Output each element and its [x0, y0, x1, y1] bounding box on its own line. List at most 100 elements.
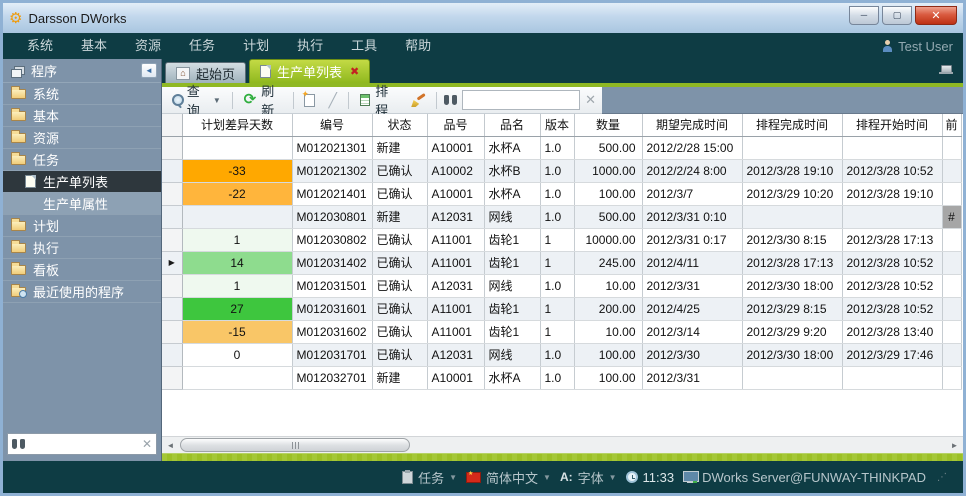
maximize-button[interactable]: ▢ — [882, 6, 912, 25]
sidebar-item-3[interactable]: 任务 — [3, 149, 161, 171]
pin-icon[interactable] — [939, 64, 953, 74]
cell-name[interactable]: 水杯A — [484, 366, 540, 389]
cell-pn[interactable]: A12031 — [427, 205, 484, 228]
cell-qty[interactable]: 10000.00 — [574, 228, 642, 251]
cell-pn[interactable]: A11001 — [427, 320, 484, 343]
cell-ver[interactable]: 1.0 — [540, 366, 574, 389]
cell-end[interactable]: 2012/3/30 18:00 — [742, 274, 842, 297]
menu-item-1[interactable]: 基本 — [67, 33, 121, 59]
cell-diff[interactable]: 0 — [182, 343, 292, 366]
cell-start[interactable] — [842, 366, 942, 389]
table-row[interactable]: -33M012021302已确认A10002水杯B1.01000.002012/… — [162, 159, 961, 182]
cell-status[interactable]: 已确认 — [372, 297, 427, 320]
cell-end[interactable]: 2012/3/29 8:15 — [742, 297, 842, 320]
cell-extra[interactable] — [942, 182, 961, 205]
cell-status[interactable]: 已确认 — [372, 343, 427, 366]
cell-start[interactable] — [842, 136, 942, 159]
cell-status[interactable]: 已确认 — [372, 251, 427, 274]
cell-pn[interactable]: A10001 — [427, 136, 484, 159]
minimize-button[interactable]: ─ — [849, 6, 879, 25]
cell-ver[interactable]: 1 — [540, 297, 574, 320]
cell-code[interactable]: M012030801 — [292, 205, 372, 228]
cell-start[interactable]: 2012/3/29 17:46 — [842, 343, 942, 366]
cell-exp[interactable]: 2012/3/14 — [642, 320, 742, 343]
column-header-start[interactable]: 排程开始时间 — [842, 114, 942, 136]
cell-qty[interactable]: 500.00 — [574, 205, 642, 228]
cell-ver[interactable]: 1.0 — [540, 136, 574, 159]
cell-start[interactable]: 2012/3/28 10:52 — [842, 274, 942, 297]
cell-exp[interactable]: 2012/3/30 — [642, 343, 742, 366]
cell-start[interactable]: 2012/3/28 17:13 — [842, 228, 942, 251]
table-row[interactable]: 0M012031701已确认A12031网线1.0100.002012/3/30… — [162, 343, 961, 366]
row-selector[interactable] — [162, 136, 182, 159]
cell-qty[interactable]: 100.00 — [574, 182, 642, 205]
horizontal-scrollbar[interactable]: ◄ ► — [162, 436, 963, 453]
find-input[interactable] — [462, 90, 580, 110]
cell-end[interactable] — [742, 366, 842, 389]
clear-broom-button[interactable] — [406, 91, 429, 109]
sidebar-collapse-button[interactable]: ◄ — [141, 63, 157, 78]
cell-code[interactable]: M012031601 — [292, 297, 372, 320]
row-selector[interactable] — [162, 297, 182, 320]
cell-diff[interactable]: 14 — [182, 251, 292, 274]
cell-end[interactable]: 2012/3/28 17:13 — [742, 251, 842, 274]
row-selector[interactable] — [162, 182, 182, 205]
cell-status[interactable]: 新建 — [372, 366, 427, 389]
cell-qty[interactable]: 245.00 — [574, 251, 642, 274]
row-selector[interactable] — [162, 205, 182, 228]
column-header-name[interactable]: 品名 — [484, 114, 540, 136]
cell-name[interactable]: 水杯A — [484, 182, 540, 205]
cell-ver[interactable]: 1 — [540, 320, 574, 343]
user-indicator[interactable]: Test User — [882, 39, 953, 54]
menu-item-3[interactable]: 任务 — [175, 33, 229, 59]
status-task-menu[interactable]: 任务 ▼ — [402, 468, 457, 487]
table-row[interactable]: M012021301新建A10001水杯A1.0500.002012/2/28 … — [162, 136, 961, 159]
cell-pn[interactable]: A10001 — [427, 366, 484, 389]
cell-end[interactable]: 2012/3/30 8:15 — [742, 228, 842, 251]
selected-row-indicator[interactable]: ▶ — [162, 251, 182, 274]
cell-code[interactable]: M012030802 — [292, 228, 372, 251]
row-selector[interactable] — [162, 274, 182, 297]
cell-name[interactable]: 水杯A — [484, 136, 540, 159]
cell-qty[interactable]: 1000.00 — [574, 159, 642, 182]
column-header-ver[interactable]: 版本 — [540, 114, 574, 136]
sidebar-item-9[interactable]: 最近使用的程序 — [3, 281, 161, 303]
cell-start[interactable]: 2012/3/28 19:10 — [842, 182, 942, 205]
cell-ver[interactable]: 1 — [540, 251, 574, 274]
cell-qty[interactable]: 10.00 — [574, 274, 642, 297]
new-button[interactable] — [300, 92, 319, 109]
cell-ver[interactable]: 1.0 — [540, 274, 574, 297]
cell-exp[interactable]: 2012/4/25 — [642, 297, 742, 320]
cell-qty[interactable]: 200.00 — [574, 297, 642, 320]
cell-name[interactable]: 齿轮1 — [484, 251, 540, 274]
cell-extra[interactable] — [942, 251, 961, 274]
menu-item-0[interactable]: 系统 — [13, 33, 67, 59]
table-row[interactable]: -22M012021401已确认A10001水杯A1.0100.002012/3… — [162, 182, 961, 205]
cell-pn[interactable]: A11001 — [427, 297, 484, 320]
sidebar-search-clear-icon[interactable]: ✕ — [142, 437, 152, 451]
column-header-extra[interactable]: 前 — [942, 114, 961, 136]
menu-item-7[interactable]: 帮助 — [391, 33, 445, 59]
cell-name[interactable]: 网线 — [484, 343, 540, 366]
sidebar-item-6[interactable]: 计划 — [3, 215, 161, 237]
sidebar-item-5[interactable]: 生产单属性 — [3, 193, 161, 215]
scrollbar-thumb[interactable] — [180, 438, 410, 452]
cell-diff[interactable] — [182, 205, 292, 228]
status-language-menu[interactable]: 简体中文 ▼ — [466, 468, 551, 487]
cell-pn[interactable]: A11001 — [427, 251, 484, 274]
cell-ver[interactable]: 1.0 — [540, 205, 574, 228]
close-button[interactable]: ✕ — [915, 6, 957, 25]
cell-code[interactable]: M012031501 — [292, 274, 372, 297]
row-selector[interactable] — [162, 343, 182, 366]
cell-extra[interactable] — [942, 159, 961, 182]
column-header-exp[interactable]: 期望完成时间 — [642, 114, 742, 136]
cell-extra[interactable] — [942, 320, 961, 343]
table-row[interactable]: 1M012030802已确认A11001齿轮1110000.002012/3/3… — [162, 228, 961, 251]
cell-start[interactable]: 2012/3/28 10:52 — [842, 159, 942, 182]
row-selector[interactable] — [162, 228, 182, 251]
sidebar-item-8[interactable]: 看板 — [3, 259, 161, 281]
table-row[interactable]: M012030801新建A12031网线1.0500.002012/3/31 0… — [162, 205, 961, 228]
table-row[interactable]: 1M012031501已确认A12031网线1.010.002012/3/312… — [162, 274, 961, 297]
cell-qty[interactable]: 500.00 — [574, 136, 642, 159]
cell-end[interactable]: 2012/3/29 10:20 — [742, 182, 842, 205]
